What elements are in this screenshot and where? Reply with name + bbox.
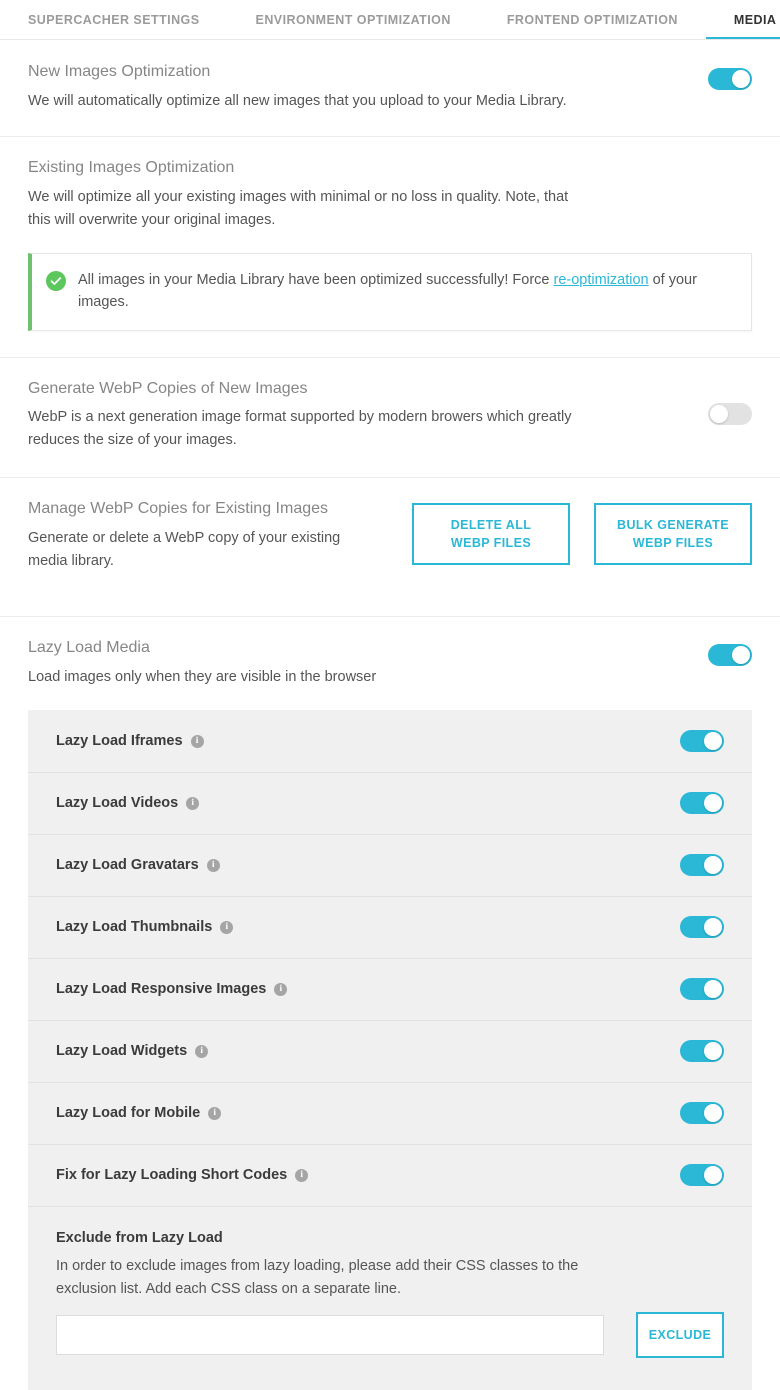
settings-tabs: SUPERCACHER SETTINGS ENVIRONMENT OPTIMIZ…	[0, 0, 780, 40]
tab-label: SUPERCACHER SETTINGS	[28, 13, 200, 27]
lazy-load-option-row: Lazy Load for Mobile i	[28, 1082, 752, 1144]
generate-webp-new-images-toggle[interactable]	[708, 403, 752, 425]
check-circle-icon	[46, 271, 66, 291]
exclude-description: In order to exclude images from lazy loa…	[56, 1255, 586, 1300]
toggle-knob	[704, 1166, 722, 1184]
re-optimization-link[interactable]: re-optimization	[554, 272, 649, 288]
webp-new-title: Generate WebP Copies of New Images	[28, 379, 608, 400]
lazy-load-gravatars-toggle[interactable]	[680, 854, 724, 876]
new-images-description: We will automatically optimize all new i…	[28, 90, 690, 112]
toggle-knob	[704, 1104, 722, 1122]
new-images-optimization-toggle[interactable]	[708, 68, 752, 90]
info-icon[interactable]: i	[220, 921, 233, 934]
lazy-load-iframes-toggle[interactable]	[680, 730, 724, 752]
lazy-load-option-row: Lazy Load Responsive Images i	[28, 958, 752, 1020]
option-label-wrapper: Lazy Load Widgets i	[56, 1043, 208, 1059]
existing-images-description: We will optimize all your existing image…	[28, 186, 588, 231]
option-label: Lazy Load Widgets	[56, 1043, 187, 1059]
option-label: Lazy Load Iframes	[56, 733, 183, 749]
toggle-knob	[732, 70, 750, 88]
toggle-knob	[704, 918, 722, 936]
option-label: Lazy Load Thumbnails	[56, 919, 212, 935]
toggle-knob	[704, 980, 722, 998]
option-label-wrapper: Lazy Load for Mobile i	[56, 1105, 221, 1121]
tab-label: ENVIRONMENT OPTIMIZATION	[256, 13, 451, 27]
info-icon[interactable]: i	[208, 1107, 221, 1120]
lazy-load-option-row: Lazy Load Widgets i	[28, 1020, 752, 1082]
lazy-load-for-mobile-toggle[interactable]	[680, 1102, 724, 1124]
lazy-load-widgets-toggle[interactable]	[680, 1040, 724, 1062]
existing-images-title: Existing Images Optimization	[28, 158, 752, 179]
toggle-knob	[704, 856, 722, 874]
lazy-load-media-toggle[interactable]	[708, 644, 752, 666]
option-label-wrapper: Lazy Load Thumbnails i	[56, 919, 233, 935]
section-generate-webp-new-images: Generate WebP Copies of New Images WebP …	[0, 357, 780, 478]
toggle-knob	[710, 405, 728, 423]
notice-text-before: All images in your Media Library have be…	[78, 272, 554, 288]
bulk-generate-webp-files-button[interactable]: BULK GENERATE WEBP FILES	[594, 503, 752, 565]
media-optimization-page: SUPERCACHER SETTINGS ENVIRONMENT OPTIMIZ…	[0, 0, 780, 1390]
option-label-wrapper: Lazy Load Videos i	[56, 795, 199, 811]
option-label: Lazy Load Responsive Images	[56, 981, 266, 997]
info-icon[interactable]: i	[207, 859, 220, 872]
tab-label: FRONTEND OPTIMIZATION	[507, 13, 678, 27]
option-label: Fix for Lazy Loading Short Codes	[56, 1167, 287, 1183]
lazy-load-thumbnails-toggle[interactable]	[680, 916, 724, 938]
info-icon[interactable]: i	[195, 1045, 208, 1058]
info-icon[interactable]: i	[186, 797, 199, 810]
lazy-load-videos-toggle[interactable]	[680, 792, 724, 814]
exclude-controls: EXCLUDE	[56, 1312, 724, 1358]
fix-lazy-loading-short-codes-toggle[interactable]	[680, 1164, 724, 1186]
tab-label: MEDIA OPTIMIZATION	[734, 13, 780, 27]
lazy-load-option-row: Lazy Load Videos i	[28, 772, 752, 834]
option-label-wrapper: Lazy Load Responsive Images i	[56, 981, 287, 997]
delete-all-webp-files-button[interactable]: DELETE ALL WEBP FILES	[412, 503, 570, 565]
tab-media-optimization[interactable]: MEDIA OPTIMIZATION	[706, 0, 780, 40]
webp-action-buttons: DELETE ALL WEBP FILES BULK GENERATE WEBP…	[412, 503, 752, 565]
lazy-load-description: Load images only when they are visible i…	[28, 666, 690, 688]
webp-existing-title: Manage WebP Copies for Existing Images	[28, 499, 378, 520]
option-label-wrapper: Lazy Load Gravatars i	[56, 857, 220, 873]
info-icon[interactable]: i	[274, 983, 287, 996]
webp-existing-description: Generate or delete a WebP copy of your e…	[28, 527, 378, 572]
toggle-knob	[704, 794, 722, 812]
info-icon[interactable]: i	[191, 735, 204, 748]
tab-supercacher-settings[interactable]: SUPERCACHER SETTINGS	[0, 0, 228, 40]
option-label: Lazy Load Videos	[56, 795, 178, 811]
exclude-from-lazy-load-block: Exclude from Lazy Load In order to exclu…	[28, 1206, 752, 1390]
toggle-knob	[704, 1042, 722, 1060]
option-label: Lazy Load Gravatars	[56, 857, 199, 873]
option-label: Lazy Load for Mobile	[56, 1105, 200, 1121]
optimization-success-notice: All images in your Media Library have be…	[28, 253, 752, 331]
tab-frontend-optimization[interactable]: FRONTEND OPTIMIZATION	[479, 0, 706, 40]
exclude-title: Exclude from Lazy Load	[56, 1230, 724, 1246]
tab-environment-optimization[interactable]: ENVIRONMENT OPTIMIZATION	[228, 0, 479, 40]
new-images-title: New Images Optimization	[28, 62, 690, 83]
info-icon[interactable]: i	[295, 1169, 308, 1182]
exclude-button[interactable]: EXCLUDE	[636, 1312, 724, 1358]
section-lazy-load-media: Lazy Load Media Load images only when th…	[0, 616, 780, 1390]
lazy-load-option-row: Lazy Load Gravatars i	[28, 834, 752, 896]
lazy-load-title: Lazy Load Media	[28, 638, 690, 659]
lazy-load-options-panel: Lazy Load Iframes i Lazy Load Videos i	[28, 710, 752, 1390]
exclude-css-classes-input[interactable]	[56, 1315, 604, 1355]
lazy-load-option-row: Lazy Load Thumbnails i	[28, 896, 752, 958]
webp-new-description: WebP is a next generation image format s…	[28, 406, 608, 451]
option-label-wrapper: Lazy Load Iframes i	[56, 733, 204, 749]
option-label-wrapper: Fix for Lazy Loading Short Codes i	[56, 1167, 308, 1183]
lazy-load-option-row: Fix for Lazy Loading Short Codes i	[28, 1144, 752, 1206]
toggle-knob	[704, 732, 722, 750]
section-existing-images-optimization: Existing Images Optimization We will opt…	[0, 136, 780, 356]
section-new-images-optimization: New Images Optimization We will automati…	[0, 40, 780, 136]
lazy-load-option-row: Lazy Load Iframes i	[28, 710, 752, 772]
notice-text: All images in your Media Library have be…	[78, 270, 735, 314]
section-manage-webp-existing-images: Manage WebP Copies for Existing Images G…	[0, 477, 780, 616]
toggle-knob	[732, 646, 750, 664]
lazy-load-responsive-images-toggle[interactable]	[680, 978, 724, 1000]
